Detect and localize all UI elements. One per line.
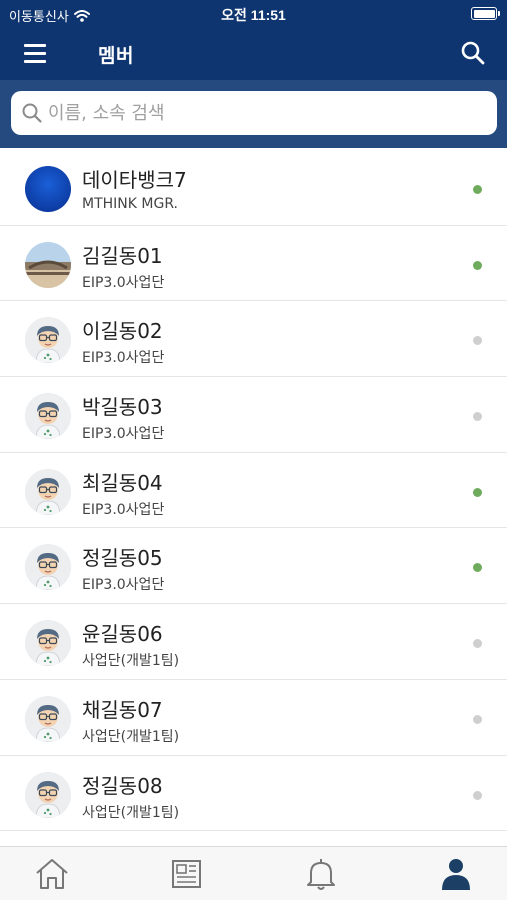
member-department: EIP3.0사업단 xyxy=(82,426,165,443)
tab-bar xyxy=(0,846,507,900)
member-name: 최길동04 xyxy=(82,470,163,495)
member-name: 정길동08 xyxy=(82,773,163,798)
member-name: 정길동05 xyxy=(82,546,163,571)
member-list: 데이타뱅크7 MTHINK MGR. 김길동01 EIP3.0사업단 이길동02 EI… xyxy=(0,150,507,832)
default-character-avatar xyxy=(25,544,71,591)
member-name: 김길동01 xyxy=(82,243,163,268)
offline-status-dot xyxy=(473,790,482,800)
member-row[interactable]: 채길동07 사업단(개발1팀) xyxy=(0,679,507,756)
magnifier-icon xyxy=(22,103,42,123)
member-name: 채길동07 xyxy=(82,697,163,722)
news-icon xyxy=(172,860,201,888)
member-row[interactable]: 이길동02 EIP3.0사업단 xyxy=(0,301,507,378)
member-department: 사업단(개발1팀) xyxy=(82,653,180,670)
app-header: 멤버 xyxy=(0,28,507,80)
search-icon[interactable] xyxy=(459,39,487,67)
default-character-avatar xyxy=(25,317,71,364)
member-department: 사업단(개발1팀) xyxy=(82,804,180,821)
online-status-dot xyxy=(473,260,482,270)
battery-icon xyxy=(471,7,500,20)
default-character-avatar xyxy=(25,468,71,515)
hamburger-menu-icon[interactable] xyxy=(24,42,48,64)
member-department: EIP3.0사업단 xyxy=(82,350,165,367)
member-department: EIP3.0사업단 xyxy=(82,577,165,594)
tab-home[interactable] xyxy=(32,856,72,892)
member-row[interactable]: 최길동04 EIP3.0사업단 xyxy=(0,452,507,529)
member-department: 사업단(개발1팀) xyxy=(82,728,180,745)
photo-avatar xyxy=(25,241,71,288)
status-time: 오전 11:51 xyxy=(221,7,286,23)
offline-status-dot xyxy=(473,714,482,724)
search-input[interactable] xyxy=(48,102,468,124)
search-box[interactable] xyxy=(11,91,497,135)
member-row[interactable]: 박길동03 EIP3.0사업단 xyxy=(0,377,507,453)
member-row[interactable]: 정길동08 사업단(개발1팀) xyxy=(0,755,507,832)
tab-members[interactable] xyxy=(436,856,476,892)
offline-status-dot xyxy=(473,336,482,346)
default-character-avatar xyxy=(25,695,71,742)
member-department: EIP3.0사업단 xyxy=(82,501,165,518)
member-department: EIP3.0사업단 xyxy=(82,274,165,291)
page-title: 멤버 xyxy=(98,45,134,67)
offline-status-dot xyxy=(473,412,482,422)
member-name: 이길동02 xyxy=(82,319,163,344)
member-row[interactable]: 데이타뱅크7 MTHINK MGR. xyxy=(0,150,507,226)
search-area xyxy=(0,80,507,148)
default-character-avatar xyxy=(25,620,71,667)
default-character-avatar xyxy=(25,771,71,818)
home-icon xyxy=(36,859,68,889)
tab-notifications[interactable] xyxy=(301,856,341,892)
blue-circle-avatar xyxy=(25,166,71,212)
member-row[interactable]: 김길동01 EIP3.0사업단 xyxy=(0,225,507,302)
member-name: 데이타뱅크7 xyxy=(82,168,187,192)
person-icon xyxy=(442,859,470,890)
member-row[interactable]: 정길동05 EIP3.0사업단 xyxy=(0,528,507,605)
offline-status-dot xyxy=(473,639,482,649)
online-status-dot xyxy=(473,487,482,497)
member-name: 윤길동06 xyxy=(82,622,163,647)
member-department: MTHINK MGR. xyxy=(82,196,178,212)
bell-icon xyxy=(307,859,335,890)
online-status-dot xyxy=(473,185,482,194)
member-name: 박길동03 xyxy=(82,395,163,420)
status-bar: 이동통신사 오전 11:51 xyxy=(0,0,507,28)
online-status-dot xyxy=(473,563,482,573)
default-character-avatar xyxy=(25,393,71,440)
member-row[interactable]: 윤길동06 사업단(개발1팀) xyxy=(0,604,507,680)
tab-news[interactable] xyxy=(166,856,206,892)
